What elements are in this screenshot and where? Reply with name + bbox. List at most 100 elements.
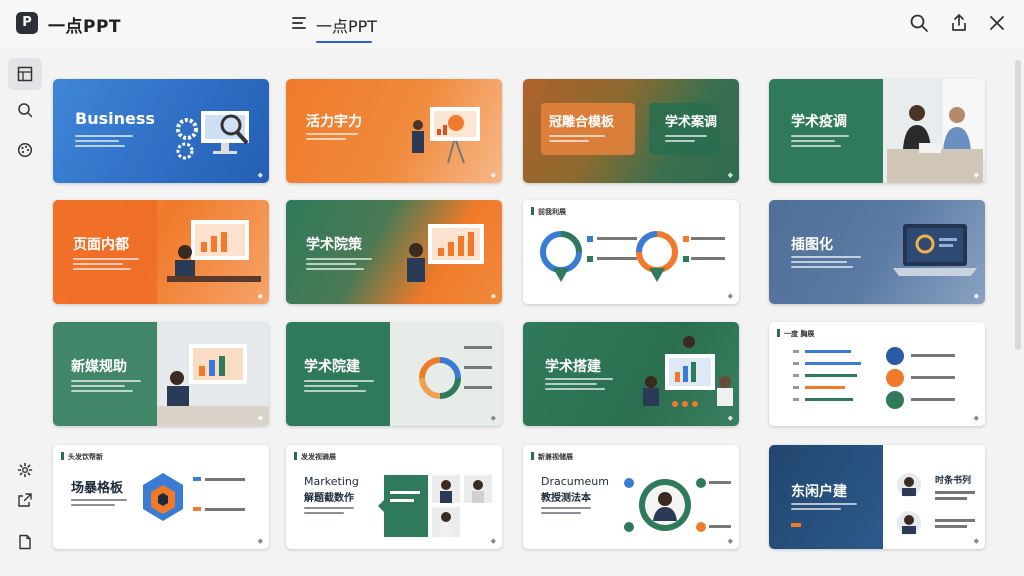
text-placeholder	[306, 258, 376, 273]
template-card[interactable]: 学术疫调 ◆	[769, 79, 985, 183]
desk-illustration	[167, 220, 261, 282]
card-corner-mark: ◆	[490, 537, 496, 545]
card-corner-mark: ◆	[973, 171, 979, 179]
card-corner-mark: ◆	[727, 292, 733, 300]
text-placeholder	[541, 507, 601, 517]
card-heading: 头发饮帮新	[61, 452, 103, 462]
card-heading: 一度 胸展	[777, 329, 814, 339]
template-card[interactable]: 学术院策 ◆	[286, 200, 502, 304]
text-placeholder	[549, 135, 609, 145]
card-corner-mark: ◆	[973, 537, 979, 545]
template-card[interactable]: 前我利展 ◆	[523, 200, 739, 304]
accent-bar	[791, 523, 801, 527]
card-title: 插图化	[791, 237, 833, 253]
title-panel	[769, 79, 883, 183]
profile-infographic	[624, 478, 731, 532]
card-title: 学术院建	[304, 359, 360, 375]
timeline-infographic	[793, 347, 955, 409]
share-icon	[952, 14, 966, 31]
card-corner-mark: ◆	[490, 171, 496, 179]
template-card[interactable]: 学术搭建 ◆	[523, 322, 739, 426]
close-icon	[990, 16, 1004, 30]
card-title: 学术搭建	[545, 359, 601, 375]
text-placeholder	[545, 378, 617, 393]
card-corner-mark: ◆	[257, 292, 263, 300]
rail-settings-button[interactable]	[8, 454, 42, 486]
template-card[interactable]: 页面内都 ◆	[53, 200, 269, 304]
card-corner-mark: ◆	[727, 537, 733, 545]
app-logo: P	[16, 12, 38, 34]
template-card[interactable]: 冠雕合模板 学术案调 ◆	[523, 79, 739, 183]
card-title: 学术疫调	[791, 114, 847, 130]
menu-icon[interactable]	[292, 17, 306, 29]
export-icon	[18, 493, 32, 507]
cycle-infographic	[419, 346, 492, 399]
app-title: 一点PPT	[48, 17, 122, 37]
text-placeholder	[71, 499, 131, 509]
settings-icon	[17, 462, 33, 478]
chart-presenter-illustration	[407, 224, 484, 282]
card-corner-mark: ◆	[727, 171, 733, 179]
text-placeholder	[75, 135, 135, 150]
rail-templates-button[interactable]	[8, 58, 42, 90]
template-card[interactable]: 插图化 ◆	[769, 200, 985, 304]
text-placeholder	[791, 256, 865, 271]
card-title: 场暴格板	[71, 481, 124, 496]
search-icon	[910, 14, 928, 32]
office-photo	[883, 79, 985, 183]
text-placeholder	[71, 380, 145, 395]
title-bar: P 一点PPT 一点PPT	[0, 0, 1024, 48]
monitor-illustration	[176, 111, 249, 160]
search-button[interactable]	[908, 12, 930, 34]
meeting-illustration	[643, 336, 733, 407]
tab-main[interactable]: 一点PPT	[288, 10, 377, 44]
card-subtitle: 学术案调	[665, 115, 718, 130]
card-title: 新媒规助	[71, 359, 127, 375]
card-corner-mark: ◆	[973, 292, 979, 300]
card-corner-mark: ◆	[727, 414, 733, 422]
card-subtitle: 教授测法本	[541, 493, 591, 504]
template-card[interactable]: 头发饮帮新 场暴格板 ◆	[53, 445, 269, 549]
office-photo	[157, 322, 269, 426]
card-corner-mark: ◆	[490, 292, 496, 300]
template-card[interactable]: 新兼视储展 Dracumeum 教授测法本 ◆	[523, 445, 739, 549]
card-subtitle: 解题截数作	[304, 493, 354, 504]
presenter-illustration	[412, 107, 480, 164]
share-button[interactable]	[948, 12, 970, 34]
search-icon	[18, 103, 33, 118]
card-corner-mark: ◆	[257, 171, 263, 179]
template-card[interactable]: 一度 胸展 ◆	[769, 322, 985, 426]
team-profile-graphic	[897, 473, 975, 535]
text-placeholder	[304, 380, 378, 395]
card-corner-mark: ◆	[257, 537, 263, 545]
team-photo-grid	[378, 475, 492, 537]
card-corner-mark: ◆	[490, 414, 496, 422]
card-corner-mark: ◆	[973, 414, 979, 422]
rail-export-button[interactable]	[8, 484, 42, 516]
file-icon	[19, 534, 31, 550]
card-title: 学术院策	[306, 237, 362, 253]
card-heading: 新兼视储展	[531, 452, 573, 462]
scrollbar[interactable]	[1015, 60, 1021, 350]
template-card[interactable]: 新媒规助 ◆	[53, 322, 269, 426]
template-card[interactable]: 学术院建 ◆	[286, 322, 502, 426]
close-button[interactable]	[986, 12, 1008, 34]
template-card[interactable]: Business ◆	[53, 79, 269, 183]
palette-icon	[17, 142, 33, 158]
template-card[interactable]: 东闲户建 时条书列 ◆	[769, 445, 985, 549]
rail-search-button[interactable]	[8, 94, 42, 126]
card-title: Business	[75, 109, 155, 128]
card-heading: 发发视骑展	[294, 452, 336, 462]
template-card[interactable]: 发发视骑展 Marketing 解题截数作 ◆	[286, 445, 502, 549]
card-title: 东闲户建	[791, 484, 847, 500]
card-title: 页面内都	[73, 237, 129, 253]
rail-file-button[interactable]	[8, 526, 42, 558]
text-placeholder	[791, 135, 851, 150]
grid-icon	[17, 66, 33, 82]
template-card[interactable]: 活力宇力 ◆	[286, 79, 502, 183]
left-rail	[0, 48, 48, 576]
tab-active-indicator	[316, 41, 372, 43]
rail-theme-button[interactable]	[8, 134, 42, 166]
card-corner-mark: ◆	[257, 414, 263, 422]
text-placeholder	[665, 135, 709, 145]
